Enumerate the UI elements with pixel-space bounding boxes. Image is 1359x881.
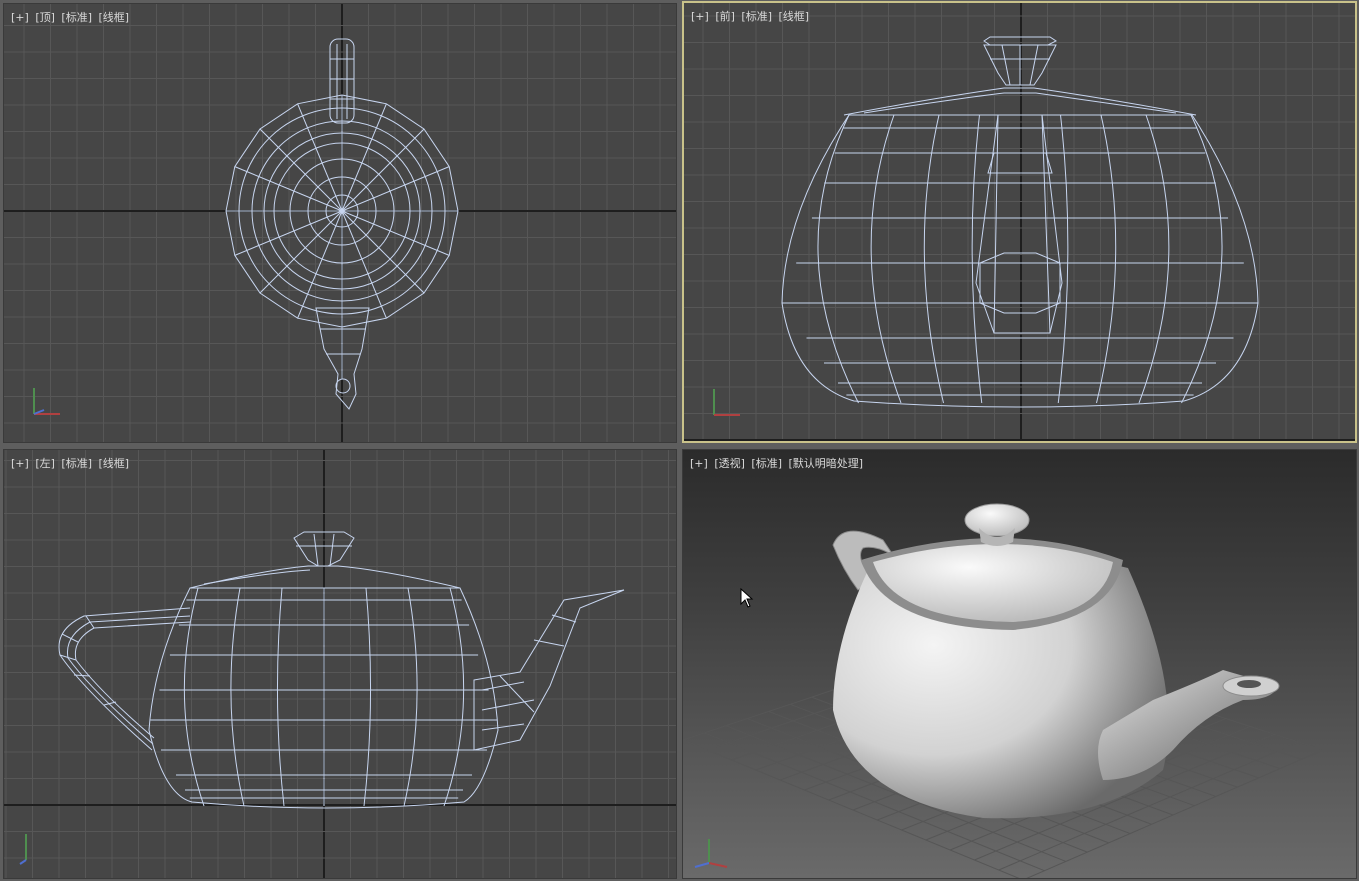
viewport-label-perspective: [+] [透视] [标准] [默认明暗处理]: [690, 455, 866, 471]
viewport-menu-button[interactable]: [+]: [691, 10, 709, 23]
viewport-perspective[interactable]: [+] [透视] [标准] [默认明暗处理]: [682, 449, 1357, 879]
render-mode-menu[interactable]: [线框]: [99, 11, 130, 24]
top-view-canvas: [4, 4, 676, 442]
viewport-label-left: [+] [左] [标准] [线框]: [11, 455, 132, 471]
teapot-shaded: [832, 503, 1280, 819]
viewport-label-front: [+] [前] [标准] [线框]: [691, 8, 812, 24]
viewport-top[interactable]: [+] [顶] [标准] [线框]: [3, 3, 677, 443]
shading-menu[interactable]: [标准]: [61, 457, 92, 470]
render-mode-menu[interactable]: [线框]: [99, 457, 130, 470]
perspective-view-canvas: [683, 503, 1324, 878]
teapot-wireframe-left: [58, 531, 625, 809]
viewport-menu-button[interactable]: [+]: [690, 457, 708, 470]
grid: [4, 450, 676, 878]
shading-menu[interactable]: [标准]: [741, 10, 772, 23]
viewport-label-top: [+] [顶] [标准] [线框]: [11, 9, 132, 25]
shading-menu[interactable]: [标准]: [751, 457, 782, 470]
xyz-axis-icon: [33, 388, 60, 415]
shading-menu[interactable]: [标准]: [61, 11, 92, 24]
view-type-menu[interactable]: [透视]: [714, 457, 745, 470]
teapot-wireframe-top: [225, 38, 459, 410]
view-type-menu[interactable]: [前]: [715, 10, 735, 23]
left-view-canvas: [4, 450, 676, 878]
arrow-cursor-icon: [740, 588, 754, 608]
xyz-axis-icon: [694, 839, 728, 868]
front-view-canvas: [684, 3, 1355, 441]
grid: [4, 4, 676, 442]
viewport-left[interactable]: [+] [左] [标准] [线框]: [3, 449, 677, 879]
view-type-menu[interactable]: [顶]: [35, 11, 55, 24]
viewport-menu-button[interactable]: [+]: [11, 457, 29, 470]
viewport-front[interactable]: [+] [前] [标准] [线框]: [682, 1, 1357, 443]
view-type-menu[interactable]: [左]: [35, 457, 55, 470]
xyz-axis-icon: [19, 834, 27, 865]
xyz-axis-icon: [713, 389, 740, 416]
render-mode-menu[interactable]: [线框]: [779, 10, 810, 23]
render-mode-menu[interactable]: [默认明暗处理]: [789, 457, 864, 470]
viewport-menu-button[interactable]: [+]: [11, 11, 29, 24]
